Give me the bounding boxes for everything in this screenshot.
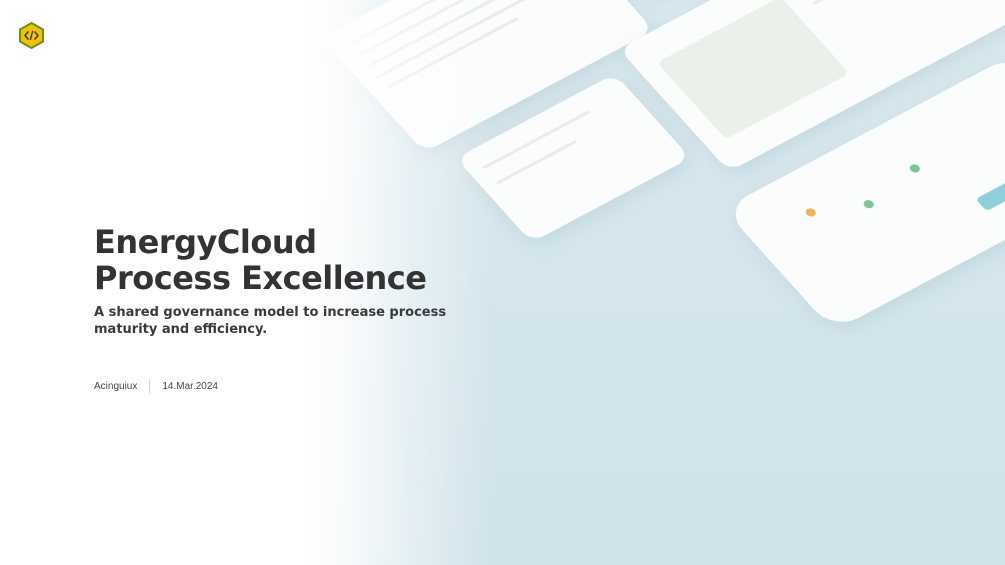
presentation-date: 14.Mar.2024 (162, 381, 218, 392)
meta-divider (149, 380, 151, 393)
slide-subtitle: A shared governance model to increase pr… (94, 305, 447, 337)
slide-title: EnergyCloud Process Excellence (94, 223, 427, 297)
code-brackets-icon (18, 21, 45, 50)
slide-title-line-1: EnergyCloud (94, 223, 317, 261)
author-name: Acinguiux (94, 381, 138, 392)
slide-meta: Acinguiux 14.Mar.2024 (94, 380, 218, 393)
slide-title-line-2: Process Excellence (94, 259, 427, 297)
